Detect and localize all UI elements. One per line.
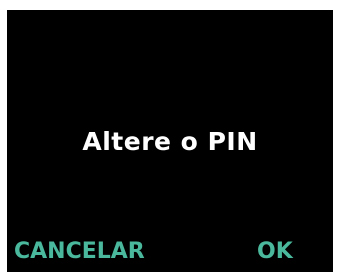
cancel-softkey-button[interactable]: CANCELAR xyxy=(14,238,145,266)
phone-screen: Altere o PIN CANCELAR OK xyxy=(7,10,333,272)
ok-softkey-button[interactable]: OK xyxy=(257,238,293,266)
dialog-message: Altere o PIN xyxy=(82,127,258,156)
